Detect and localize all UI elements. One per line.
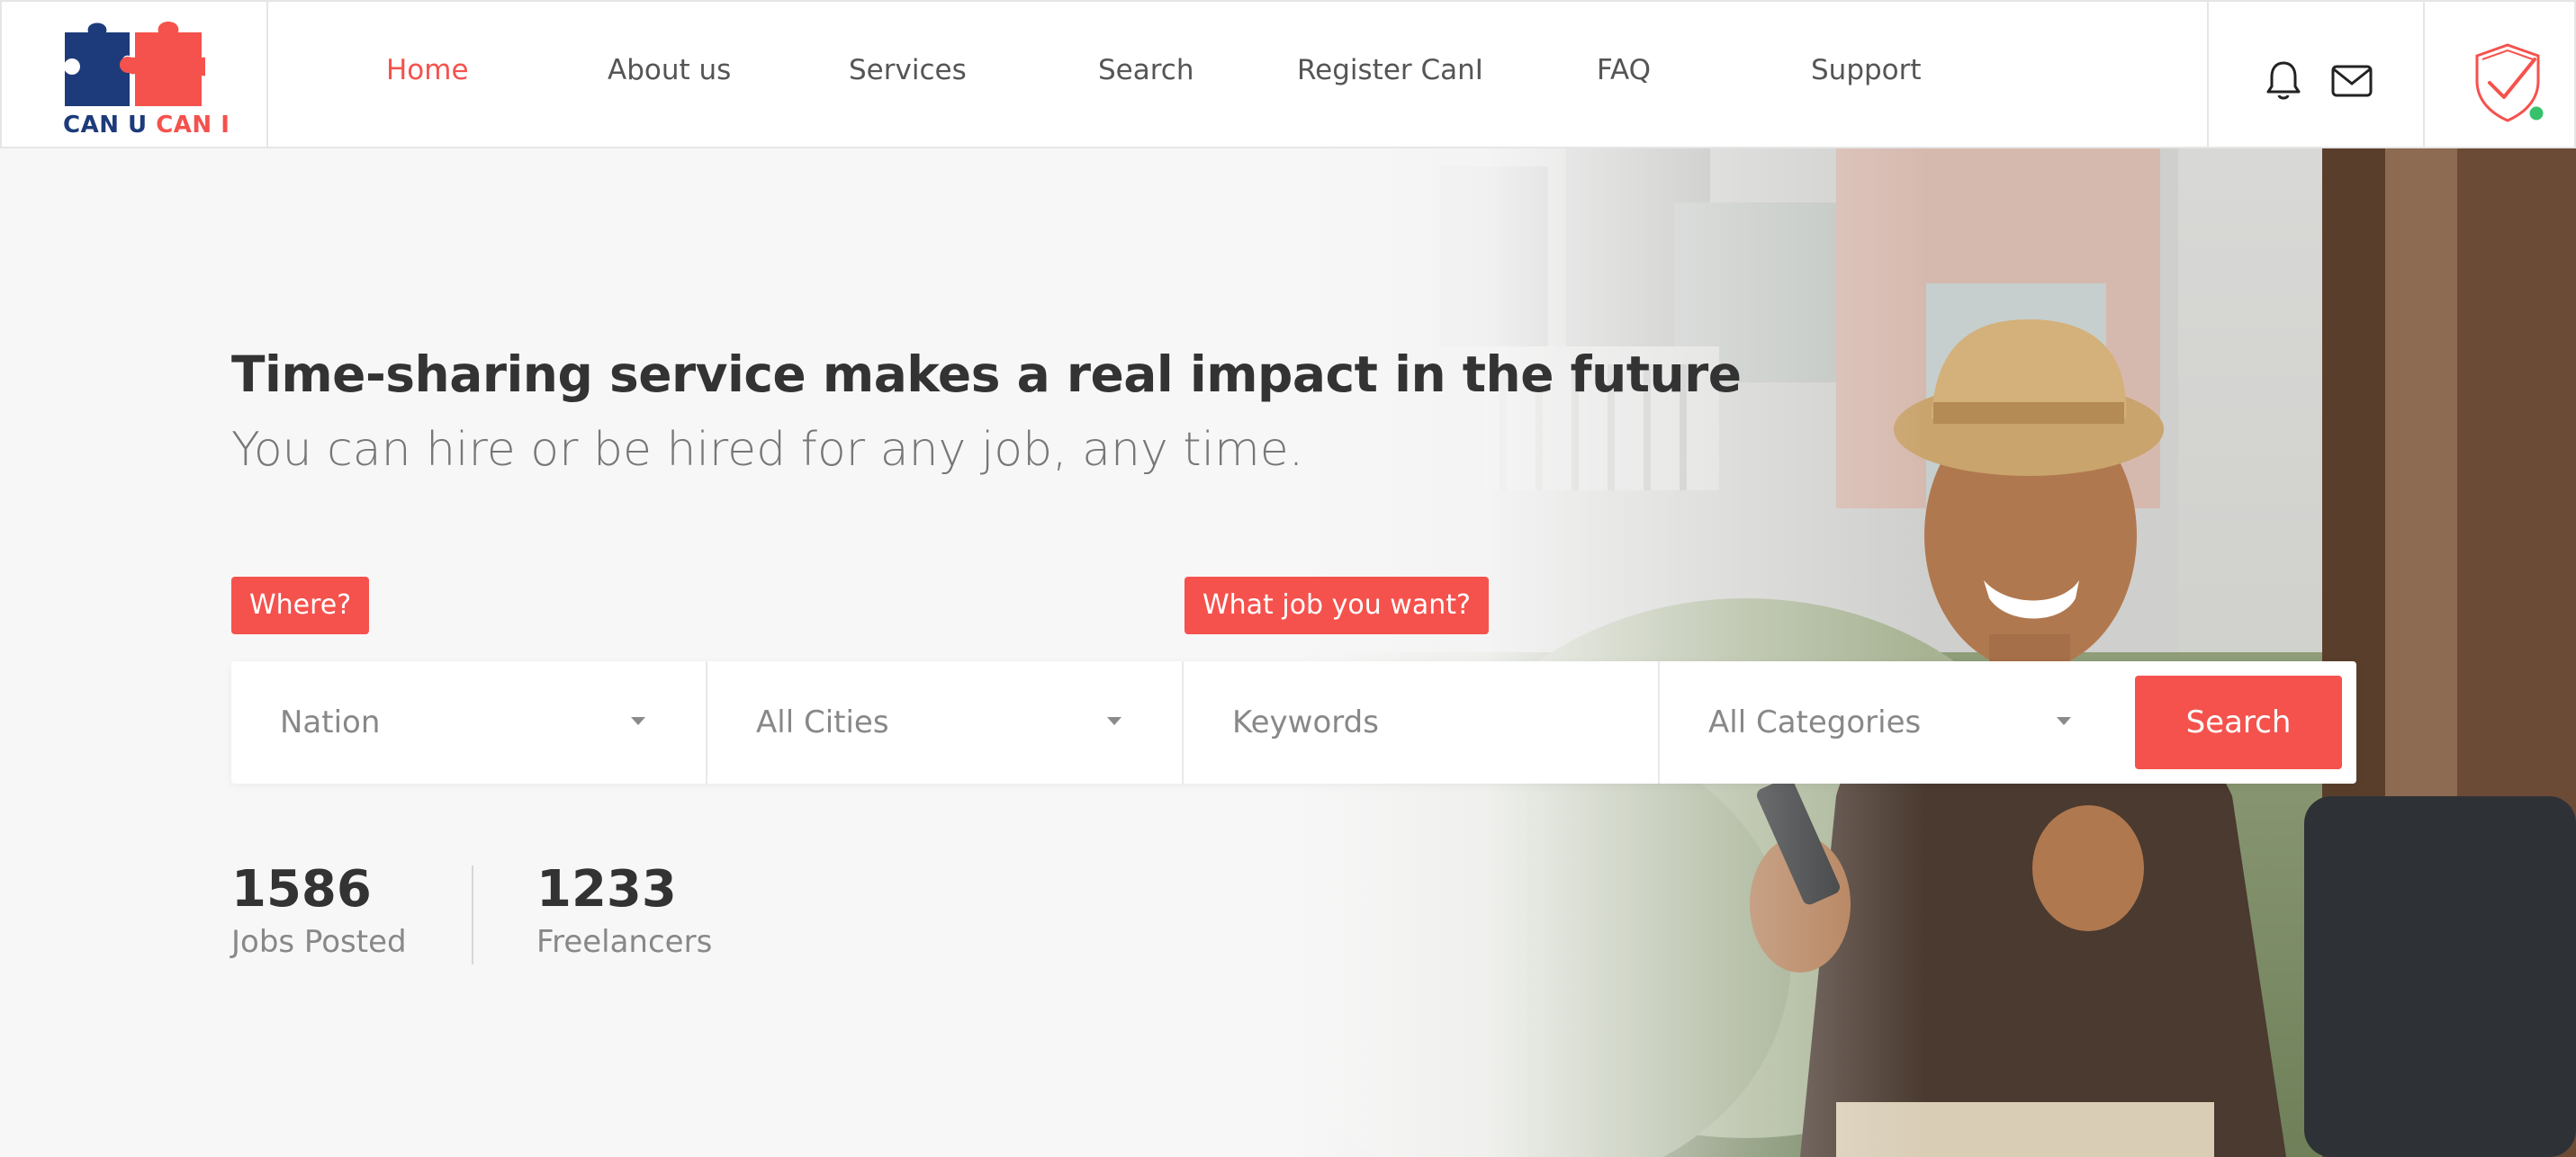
nation-select[interactable]: Nation: [231, 661, 707, 784]
job-tag: What job you want?: [1184, 577, 1489, 634]
header-actions: [2207, 2, 2423, 147]
job-search-form: Nation All Cities All Categories Search: [231, 661, 2356, 784]
stat-freelancers: 1233 Freelancers: [536, 860, 712, 960]
stat-label: Jobs Posted: [231, 924, 407, 960]
city-select[interactable]: All Cities: [707, 661, 1184, 784]
main-nav: Home About us Services Search Register C…: [268, 2, 2207, 147]
stat-divider: [472, 866, 473, 964]
shield-check-icon: [2475, 43, 2546, 123]
logo-wordmark: CAN U CAN I: [63, 112, 230, 139]
nav-register-cani[interactable]: Register CanI: [1297, 54, 1483, 86]
chevron-down-icon: [631, 717, 645, 725]
nav-home[interactable]: Home: [386, 54, 469, 86]
chevron-down-icon: [2057, 717, 2071, 725]
logo-link[interactable]: CAN U CAN I: [2, 2, 268, 147]
mail-icon[interactable]: [2331, 65, 2373, 97]
account-badge[interactable]: [2423, 2, 2574, 147]
page: CAN U CAN I Home About us Services Searc…: [0, 0, 2576, 1157]
hero-subline: You can hire or be hired for any job, an…: [231, 423, 1304, 477]
logo-text-can-i: CAN I: [156, 112, 230, 139]
stat-label: Freelancers: [536, 924, 713, 960]
city-select-value: All Cities: [756, 704, 889, 740]
stat-jobs-posted: 1586 Jobs Posted: [231, 860, 407, 960]
puzzle-logo-icon: [64, 22, 205, 106]
nav-about-us[interactable]: About us: [608, 54, 731, 86]
stat-value: 1233: [536, 860, 677, 919]
keywords-field: [1184, 661, 1660, 784]
hero-headline: Time-sharing service makes a real impact…: [231, 345, 1742, 403]
nav-services[interactable]: Services: [849, 54, 967, 86]
hero-fade-overlay: [1296, 148, 1926, 1157]
nav-search[interactable]: Search: [1098, 54, 1194, 86]
search-button[interactable]: Search: [2135, 676, 2342, 769]
stat-value: 1586: [231, 860, 372, 919]
chevron-down-icon: [1107, 717, 1121, 725]
category-select-value: All Categories: [1708, 704, 1922, 740]
logo-text-can-u: CAN U: [63, 112, 148, 139]
nation-select-value: Nation: [280, 704, 381, 740]
bell-icon[interactable]: [2265, 59, 2302, 101]
category-select[interactable]: All Categories Search: [1660, 661, 2356, 784]
keywords-input[interactable]: [1232, 697, 1628, 748]
top-header: CAN U CAN I Home About us Services Searc…: [0, 0, 2576, 148]
nav-faq[interactable]: FAQ: [1597, 54, 1651, 86]
nav-support[interactable]: Support: [1811, 54, 1922, 86]
where-tag: Where?: [231, 577, 370, 634]
